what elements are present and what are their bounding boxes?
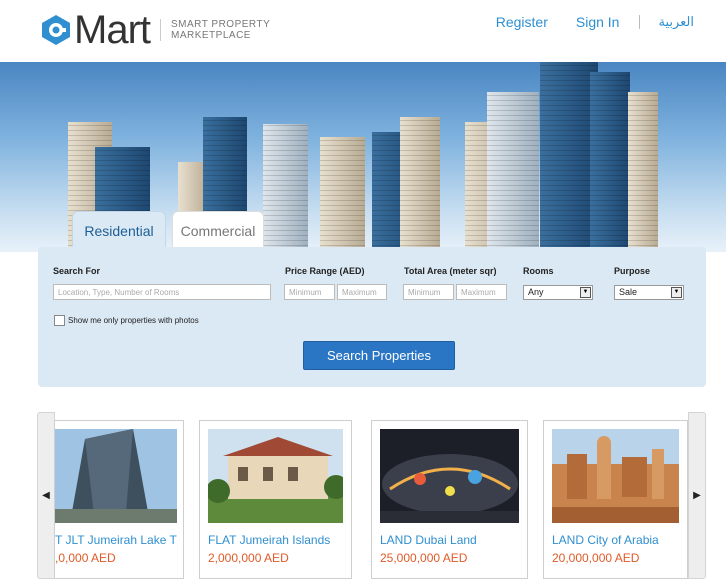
listing-title[interactable]: LAND City of Arabia <box>552 533 659 547</box>
listing-card[interactable]: FLAT Jumeirah Islands 2,000,000 AED <box>199 420 352 579</box>
listing-price: 25,000,000 AED <box>380 551 468 565</box>
nav-divider <box>639 15 641 29</box>
sign-in-link[interactable]: Sign In <box>576 14 620 30</box>
rooms-select[interactable]: Any ▼ <box>523 285 593 300</box>
rooms-label: Rooms <box>523 266 554 276</box>
listing-photo <box>55 429 177 523</box>
rooms-select-value: Any <box>528 287 544 297</box>
price-max-input[interactable]: Maximum <box>337 284 387 300</box>
purpose-select[interactable]: Sale ▼ <box>614 285 684 300</box>
carousel-prev-button[interactable]: ◀ <box>37 412 55 579</box>
top-nav: Register Sign In العربية <box>468 14 694 30</box>
register-link[interactable]: Register <box>496 14 548 30</box>
listing-card[interactable]: LAND Dubai Land 25,000,000 AED <box>371 420 528 579</box>
search-for-label: Search For <box>53 266 101 276</box>
listing-card[interactable]: T JLT Jumeirah Lake T ,0,000 AED <box>54 420 184 579</box>
area-max-input[interactable]: Maximum <box>456 284 507 300</box>
photos-only-label: Show me only properties with photos <box>68 316 199 325</box>
listing-photo <box>552 429 679 523</box>
listing-title[interactable]: T JLT Jumeirah Lake T <box>55 533 177 547</box>
area-min-input[interactable]: Minimum <box>403 284 454 300</box>
tab-residential[interactable]: Residential <box>72 211 166 250</box>
listing-card[interactable]: LAND City of Arabia 20,000,000 AED <box>543 420 688 579</box>
site-header: Mart SMART PROPERTY MARKETPLACE Register… <box>0 0 726 64</box>
price-range-label: Price Range (AED) <box>285 266 365 276</box>
chevron-right-icon: ▶ <box>693 490 701 501</box>
total-area-label: Total Area (meter sqr) <box>404 266 497 276</box>
logo[interactable]: Mart SMART PROPERTY MARKETPLACE <box>40 10 270 50</box>
arabic-language-link[interactable]: العربية <box>658 14 694 30</box>
listing-title[interactable]: LAND Dubai Land <box>380 533 477 547</box>
purpose-label: Purpose <box>614 266 651 276</box>
tab-commercial[interactable]: Commercial <box>172 211 264 250</box>
chevron-left-icon: ◀ <box>42 490 50 501</box>
listing-price: 2,000,000 AED <box>208 551 289 565</box>
logo-word: Mart <box>74 8 151 52</box>
carousel-next-button[interactable]: ▶ <box>688 412 706 579</box>
price-min-input[interactable]: Minimum <box>284 284 335 300</box>
listing-photo <box>208 429 343 523</box>
listing-price: 20,000,000 AED <box>552 551 640 565</box>
chevron-down-icon: ▼ <box>580 287 591 298</box>
logo-tagline: SMART PROPERTY MARKETPLACE <box>160 19 270 41</box>
listing-photo-arabic-city <box>552 429 679 523</box>
chevron-down-icon: ▼ <box>671 287 682 298</box>
listing-photo-theme-park <box>380 429 519 523</box>
purpose-select-value: Sale <box>619 287 638 297</box>
photos-only-checkbox[interactable] <box>54 315 65 326</box>
search-for-input[interactable]: Location, Type, Number of Rooms <box>53 284 271 300</box>
search-properties-button[interactable]: Search Properties <box>303 341 455 370</box>
listing-photo-villa <box>208 429 343 523</box>
listing-price: ,0,000 AED <box>55 551 116 565</box>
listing-photo-tower <box>55 429 177 523</box>
logo-mark-icon <box>42 15 70 45</box>
photos-only-checkbox-row[interactable]: Show me only properties with photos <box>54 315 199 326</box>
listing-photo <box>380 429 519 523</box>
listing-title[interactable]: FLAT Jumeirah Islands <box>208 533 330 547</box>
